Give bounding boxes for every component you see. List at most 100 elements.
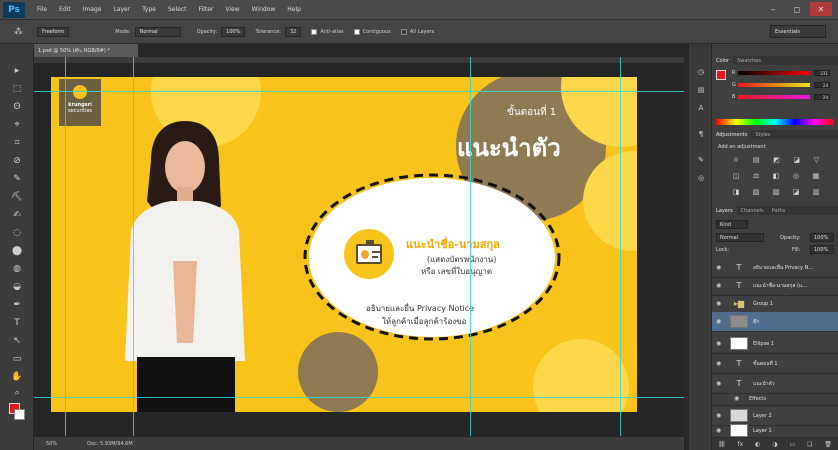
- hand-tool-icon[interactable]: ✋: [8, 370, 26, 383]
- tab-channels[interactable]: Channels: [737, 208, 768, 214]
- workspace-select[interactable]: Essentials: [770, 25, 826, 38]
- fill-input[interactable]: 100%: [810, 245, 834, 254]
- eyedropper-tool-icon[interactable]: ⊘: [8, 154, 26, 167]
- eye-icon[interactable]: ◉: [716, 340, 726, 347]
- layer-effects-row[interactable]: ◉ Effects: [712, 392, 838, 406]
- clone-source-icon[interactable]: ◎: [694, 172, 708, 184]
- type-tool-icon[interactable]: T: [8, 316, 26, 329]
- selective-color-icon[interactable]: ▥: [813, 188, 820, 196]
- menu-layer[interactable]: Layer: [113, 6, 130, 13]
- tab-layers[interactable]: Layers: [712, 206, 737, 215]
- eye-icon[interactable]: ◉: [734, 395, 744, 402]
- eraser-tool-icon[interactable]: ⬤: [8, 244, 26, 257]
- zoom-tool-icon[interactable]: ⌕: [8, 386, 26, 399]
- tool-preset[interactable]: Freeform: [33, 26, 70, 37]
- color-spectrum[interactable]: [716, 119, 834, 125]
- history-icon[interactable]: ◷: [694, 66, 708, 78]
- eye-icon[interactable]: ◉: [716, 282, 726, 289]
- vibrance-icon[interactable]: ▽: [814, 156, 819, 164]
- all-layers-option[interactable]: All Layers: [400, 28, 434, 35]
- photo-filter-icon[interactable]: ◎: [793, 172, 799, 180]
- tab-styles[interactable]: Styles: [751, 132, 774, 138]
- background-color-swatch[interactable]: [14, 409, 25, 420]
- link-layers-icon[interactable]: ⛓: [718, 441, 726, 448]
- brightness-icon[interactable]: ☼: [733, 156, 739, 164]
- curves-icon[interactable]: ◩: [773, 156, 780, 164]
- close-button[interactable]: ✕: [810, 2, 832, 16]
- green-slider[interactable]: G 24: [732, 81, 838, 89]
- stamp-tool-icon[interactable]: ✍: [8, 208, 26, 221]
- menu-type[interactable]: Type: [142, 6, 156, 13]
- blend-mode-select[interactable]: Normal: [716, 233, 764, 242]
- invert-icon[interactable]: ◨: [733, 188, 740, 196]
- adjustment-layer-icon[interactable]: ◑: [772, 441, 777, 448]
- color-balance-icon[interactable]: ⚖: [753, 172, 759, 180]
- layer-row[interactable]: ◉ T ขั้นตอนที่ 1: [712, 354, 838, 374]
- properties-icon[interactable]: ▤: [694, 84, 708, 96]
- antialias-checkbox[interactable]: [311, 28, 318, 35]
- levels-icon[interactable]: ▤: [753, 156, 760, 164]
- new-group-icon[interactable]: ▭: [789, 441, 795, 448]
- layer-row[interactable]: ◉ Layer 2: [712, 406, 838, 426]
- red-track[interactable]: [738, 71, 810, 75]
- tool-preset-select[interactable]: Freeform: [37, 26, 70, 37]
- menu-view[interactable]: View: [225, 6, 239, 13]
- tolerance-input[interactable]: 32: [284, 26, 302, 37]
- kind-filter-select[interactable]: Kind: [716, 220, 748, 229]
- layer-opacity-input[interactable]: 100%: [810, 233, 834, 242]
- crop-tool-icon[interactable]: ⌗: [8, 136, 26, 149]
- document-tab[interactable]: 1.psd @ 50% (ตุ๊ก, RGB/8#) *: [34, 44, 138, 57]
- eye-icon[interactable]: ◉: [716, 318, 726, 325]
- maximize-button[interactable]: ◻: [786, 2, 808, 16]
- quick-select-tool-icon[interactable]: ⌖: [8, 118, 26, 131]
- channel-mixer-icon[interactable]: ▦: [813, 172, 820, 180]
- tab-swatches[interactable]: Swatches: [733, 58, 765, 64]
- menu-file[interactable]: File: [37, 6, 47, 13]
- layer-row[interactable]: ◉ T อธิบายและยื่น Privacy N...: [712, 258, 838, 278]
- layer-style-icon[interactable]: fx: [738, 441, 744, 448]
- blue-slider[interactable]: B 24: [732, 93, 838, 101]
- history-brush-icon[interactable]: ◌: [8, 226, 26, 239]
- red-slider[interactable]: R 231: [732, 69, 838, 77]
- eye-icon[interactable]: ◉: [716, 360, 726, 367]
- contiguous-checkbox[interactable]: [353, 28, 360, 35]
- character-icon[interactable]: A: [694, 102, 708, 114]
- opacity-input[interactable]: 100%: [221, 26, 246, 37]
- all-layers-checkbox[interactable]: [400, 28, 407, 35]
- green-value[interactable]: 24: [814, 82, 830, 88]
- blue-track[interactable]: [738, 95, 810, 99]
- layer-row[interactable]: ◉ T แนะนำชื่อ-นามสกุล (แ...: [712, 276, 838, 296]
- posterize-icon[interactable]: ▨: [753, 188, 760, 196]
- shape-tool-icon[interactable]: ▭: [8, 352, 26, 365]
- eye-icon[interactable]: ◉: [716, 380, 726, 387]
- minimize-button[interactable]: –: [762, 2, 784, 16]
- paragraph-icon[interactable]: ¶: [694, 128, 708, 140]
- lasso-tool-icon[interactable]: ʘ: [8, 100, 26, 113]
- layer-row[interactable]: ◉ ▸▆ Group 1: [712, 294, 838, 314]
- magic-wand-icon[interactable]: ⁂: [14, 27, 23, 37]
- new-layer-icon[interactable]: ❏: [807, 441, 812, 448]
- layer-row[interactable]: ◉ Ellipse 1: [712, 334, 838, 354]
- menu-edit[interactable]: Edit: [59, 6, 71, 13]
- zoom-level[interactable]: 50%: [46, 441, 57, 447]
- gradient-tool-icon[interactable]: ◍: [8, 262, 26, 275]
- eye-icon[interactable]: ◉: [716, 427, 726, 434]
- trash-icon[interactable]: 🗑: [824, 441, 832, 448]
- tab-color[interactable]: Color: [712, 56, 734, 65]
- black-white-icon[interactable]: ◧: [773, 172, 780, 180]
- exposure-icon[interactable]: ◪: [793, 156, 800, 164]
- layer-mask-icon[interactable]: ◐: [755, 441, 760, 448]
- eye-icon[interactable]: ◉: [716, 412, 726, 419]
- eye-icon[interactable]: ◉: [716, 300, 726, 307]
- canvas[interactable]: krungsri securities ขั้นตอนที่ 1 แนะนำตั…: [51, 77, 637, 412]
- brush-tool-icon[interactable]: ⛏: [8, 190, 26, 203]
- marquee-tool-icon[interactable]: ⬚: [8, 82, 26, 95]
- hue-saturation-icon[interactable]: ◫: [733, 172, 740, 180]
- color-fg-swatch[interactable]: [716, 70, 726, 80]
- menu-window[interactable]: Window: [252, 6, 276, 13]
- brush-presets-icon[interactable]: ✎: [694, 154, 708, 166]
- menu-help[interactable]: Help: [287, 6, 301, 13]
- eye-icon[interactable]: ◉: [716, 264, 726, 271]
- tab-paths[interactable]: Paths: [768, 208, 790, 214]
- layer-row[interactable]: ◉ Layer 1: [712, 424, 838, 438]
